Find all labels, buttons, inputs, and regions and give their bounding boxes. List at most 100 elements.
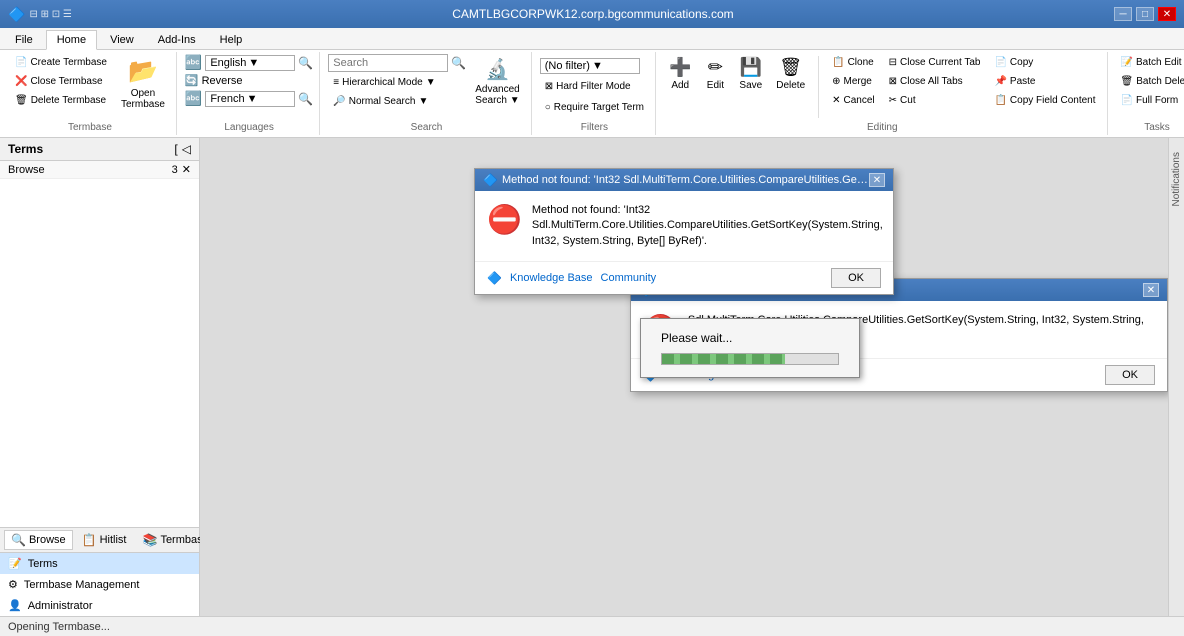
req-icon: ○ <box>545 102 551 113</box>
language1-dropdown[interactable]: English ▼ <box>205 55 295 71</box>
close-current-tab-button[interactable]: ⊟ Close Current Tab <box>884 54 986 71</box>
close-all-tabs-button[interactable]: ⊠ Close All Tabs <box>884 73 986 90</box>
tab-view[interactable]: View <box>99 30 145 49</box>
merge-button[interactable]: ⊕ Merge <box>827 73 880 90</box>
ribbon-group-filters: (No filter) ▼ ⊠ Hard Filter Mode ○ Requi… <box>534 52 656 135</box>
tasks-group-label: Tasks <box>1144 120 1170 133</box>
separator-1 <box>818 56 819 118</box>
ribbon: 📄 Create Termbase ❌ Close Termbase 🗑 Del… <box>0 50 1184 138</box>
error-dialog-1-close[interactable]: ✕ <box>869 173 885 187</box>
paste-button[interactable]: 📌 Paste <box>989 73 1100 90</box>
delete-icon: 🗑 <box>15 95 28 106</box>
search-col: 🔍 ≡ Hierarchical Mode ▼ 🔎 Normal Search … <box>328 54 466 110</box>
delete-button[interactable]: 🗑 Delete <box>771 54 810 94</box>
search-content: 🔍 ≡ Hierarchical Mode ▼ 🔎 Normal Search … <box>328 54 524 120</box>
cut-icon: ✂ <box>889 95 897 106</box>
edit-button[interactable]: ✏ Edit <box>700 54 730 94</box>
tab-browse[interactable]: 🔍 Browse <box>4 530 73 550</box>
hier-icon: ≡ <box>333 77 339 88</box>
browse-header: Browse 3 ✕ <box>0 161 199 179</box>
filter-chevron: ▼ <box>592 60 603 72</box>
cancel-button[interactable]: ✕ Cancel <box>827 92 880 109</box>
close-termbase-button[interactable]: ❌ Close Termbase <box>10 73 112 90</box>
browse-tab-icon: 🔍 <box>11 533 26 547</box>
collapse-icon[interactable]: ◁ <box>182 142 191 156</box>
del-icon: 🗑 <box>779 57 802 78</box>
window-controls-left: ⊟ ⊞ ⊡ ☰ <box>29 9 71 20</box>
filter-dropdown[interactable]: (No filter) ▼ <box>540 58 640 74</box>
batch-edit-icon: 📝 <box>1121 57 1133 68</box>
edit-col-2: ✏ Edit <box>700 54 730 94</box>
copy-button[interactable]: 📄 Copy <box>989 54 1100 71</box>
expand-icon[interactable]: [ <box>174 142 177 156</box>
maximize-button[interactable]: □ <box>1136 7 1154 21</box>
close-term-icon: ❌ <box>15 76 27 87</box>
open-termbase-button[interactable]: 📂 OpenTermbase <box>116 54 170 113</box>
search-go-icon[interactable]: 🔍 <box>451 56 466 70</box>
close-tab-icon: ⊟ <box>889 57 897 68</box>
status-text: Opening Termbase... <box>8 621 110 633</box>
progress-bar <box>662 354 785 364</box>
bottom-nav: 📝 Terms ⚙ Termbase Management 👤 Administ… <box>0 552 199 616</box>
please-wait-text: Please wait... <box>661 331 732 345</box>
error-dialog-2-close[interactable]: ✕ <box>1143 283 1159 297</box>
knowledge-base-link-1[interactable]: Knowledge Base <box>510 272 593 284</box>
browse-label: Browse <box>8 164 45 176</box>
search-mode-icon: 🔎 <box>333 96 345 107</box>
close-button[interactable]: ✕ <box>1158 7 1176 21</box>
error-dialog-1-body: ⛔ Method not found: 'Int32 Sdl.MultiTerm… <box>475 191 893 261</box>
error-icon-1: ⛔ <box>487 203 522 249</box>
ribbon-group-termbase: 📄 Create Termbase ❌ Close Termbase 🗑 Del… <box>4 52 177 135</box>
copy-field-button[interactable]: 📋 Copy Field Content <box>989 92 1100 109</box>
search-group-label: Search <box>411 120 443 133</box>
batch-delete-button[interactable]: 🗑 Batch Delete <box>1116 73 1184 90</box>
hierarchical-mode-button[interactable]: ≡ Hierarchical Mode ▼ <box>328 74 466 91</box>
error-dialog-2-ok[interactable]: OK <box>1105 365 1155 385</box>
edit-col-3: 💾 Save <box>734 54 767 94</box>
nav-terms[interactable]: 📝 Terms <box>0 553 199 574</box>
window-controls[interactable]: ─ □ ✕ <box>1114 7 1176 21</box>
minimize-button[interactable]: ─ <box>1114 7 1132 21</box>
chevron-search: ▼ <box>418 96 428 107</box>
termbases-tab-icon: 📚 <box>142 533 157 547</box>
batch-edit-button[interactable]: 📝 Batch Edit <box>1116 54 1184 71</box>
delete-termbase-button[interactable]: 🗑 Delete Termbase <box>10 92 112 109</box>
tasks-col: 📝 Batch Edit 🗑 Batch Delete 📄 Full Form <box>1116 54 1184 109</box>
tab-home[interactable]: Home <box>46 30 97 50</box>
termbase-buttons: 📄 Create Termbase ❌ Close Termbase 🗑 Del… <box>10 54 170 120</box>
cut-button[interactable]: ✂ Cut <box>884 92 986 109</box>
ribbon-group-search: 🔍 ≡ Hierarchical Mode ▼ 🔎 Normal Search … <box>322 52 531 135</box>
search-icon-2: 🔍 <box>298 92 313 106</box>
title-bar-left: 🔷 ⊟ ⊞ ⊡ ☰ <box>8 6 72 23</box>
tab-hitlist[interactable]: 📋 Hitlist <box>75 530 134 550</box>
create-icon: 📄 <box>15 57 27 68</box>
advanced-search-button[interactable]: 🔬 AdvancedSearch ▼ <box>470 54 524 109</box>
tab-help[interactable]: Help <box>209 30 254 49</box>
full-form-button[interactable]: 📄 Full Form <box>1116 92 1184 109</box>
reverse-label[interactable]: Reverse <box>202 75 243 87</box>
terms-nav-icon: 📝 <box>8 557 22 570</box>
language2-dropdown[interactable]: French ▼ <box>205 91 295 107</box>
header-controls: [ ◁ <box>174 142 191 156</box>
create-termbase-button[interactable]: 📄 Create Termbase <box>10 54 112 71</box>
left-panel: Terms [ ◁ Browse 3 ✕ 🔍 Browse 📋 Hitlist <box>0 138 200 616</box>
chevron-down-icon: ▼ <box>248 57 259 69</box>
please-wait-dialog: Please wait... <box>640 318 860 378</box>
require-target-button[interactable]: ○ Require Target Term <box>540 99 649 116</box>
nav-administrator[interactable]: 👤 Administrator <box>0 595 199 616</box>
search-input[interactable] <box>328 54 448 72</box>
lang-row-1: 🔤 English ▼ 🔍 <box>185 54 313 71</box>
app-icon: 🔷 <box>8 6 25 23</box>
save-button[interactable]: 💾 Save <box>734 54 767 94</box>
normal-search-button[interactable]: 🔎 Normal Search ▼ <box>328 93 466 110</box>
tab-file[interactable]: File <box>4 30 44 49</box>
clone-button[interactable]: 📋 Clone <box>827 54 880 71</box>
admin-nav-icon: 👤 <box>8 599 22 612</box>
community-link-1[interactable]: Community <box>601 272 657 284</box>
hard-filter-button[interactable]: ⊠ Hard Filter Mode <box>540 78 649 95</box>
tab-addins[interactable]: Add-Ins <box>147 30 207 49</box>
nav-termbase-management[interactable]: ⚙ Termbase Management <box>0 574 199 595</box>
close-browse-icon[interactable]: ✕ <box>182 163 191 176</box>
add-button[interactable]: ➕ Add <box>664 54 696 94</box>
error-dialog-1-ok[interactable]: OK <box>831 268 881 288</box>
